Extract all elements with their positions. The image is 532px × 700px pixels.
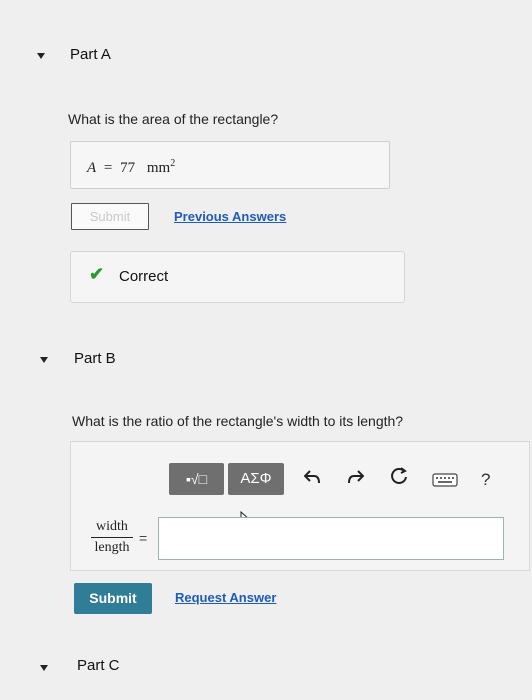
part-a-answer-expression: A = 77 mm2 — [87, 158, 175, 177]
previous-answers-link[interactable]: Previous Answers — [174, 209, 286, 224]
part-c-collapse-caret[interactable] — [40, 665, 48, 671]
answer-equals: = — [103, 160, 113, 176]
part-a-title[interactable]: Part A — [70, 46, 111, 63]
part-b-submit-button[interactable]: Submit — [74, 583, 152, 614]
undo-icon[interactable] — [303, 468, 320, 489]
part-b-answer-panel: ▪√□ ΑΣΦ ? width length = — [70, 441, 530, 571]
answer-unit-power: 2 — [170, 158, 176, 169]
help-button[interactable]: ? — [481, 470, 490, 490]
symbols-button[interactable]: ΑΣΦ — [228, 463, 284, 495]
equals-sign: = — [139, 530, 148, 546]
part-b-question: What is the ratio of the rectangle's wid… — [72, 413, 404, 429]
keyboard-icon[interactable] — [432, 471, 458, 492]
fraction-denominator: length — [94, 540, 130, 555]
request-answer-link[interactable]: Request Answer — [175, 590, 276, 605]
redo-icon[interactable] — [348, 468, 365, 489]
part-a-feedback-box: ✔ Correct — [70, 251, 405, 303]
fraction-numerator: width — [91, 519, 133, 538]
answer-value: 77 — [120, 160, 136, 176]
part-b-collapse-caret[interactable] — [40, 357, 48, 363]
templates-button[interactable]: ▪√□ — [169, 463, 224, 495]
answer-unit: mm — [146, 160, 171, 176]
part-a-submit-button[interactable]: Submit — [71, 203, 149, 230]
answer-variable: A — [87, 160, 97, 176]
part-b-title[interactable]: Part B — [74, 350, 116, 367]
part-c-title[interactable]: Part C — [77, 657, 120, 674]
width-length-fraction: width length — [91, 519, 133, 556]
reset-icon[interactable] — [390, 467, 408, 490]
ratio-answer-input[interactable] — [158, 517, 504, 560]
part-a-collapse-caret[interactable] — [37, 53, 45, 59]
checkmark-icon: ✔ — [89, 264, 105, 284]
feedback-text: Correct — [119, 268, 169, 285]
part-a-question: What is the area of the rectangle? — [68, 111, 279, 127]
part-a-answer-box: A = 77 mm2 — [70, 141, 390, 189]
